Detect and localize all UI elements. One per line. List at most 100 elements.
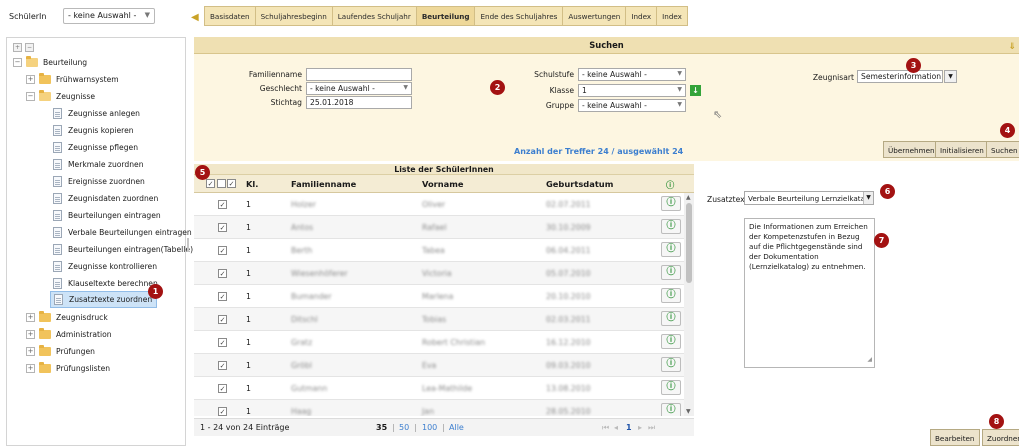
row-checkbox[interactable]: ✓	[218, 269, 227, 278]
expand-icon[interactable]: +	[26, 75, 35, 84]
tree-leaf-zeugnisse-kontrollieren[interactable]: Zeugnisse kontrollieren	[53, 258, 157, 275]
download-arrow-icon[interactable]: ↓	[690, 85, 701, 96]
tree-node-pruefungslisten[interactable]: + Prüfungslisten	[26, 360, 110, 377]
row-checkbox[interactable]: ✓	[218, 361, 227, 370]
row-checkbox[interactable]: ✓	[218, 338, 227, 347]
page-size-100[interactable]: 100	[422, 423, 437, 432]
resize-handle-icon[interactable]: ◢	[867, 355, 872, 365]
info-icon[interactable]: ⓘ	[661, 403, 681, 416]
collapse-all-icon[interactable]: −	[25, 43, 34, 52]
info-icon[interactable]: ⓘ	[661, 196, 681, 211]
gruppe-select[interactable]: - keine Auswahl - ▼	[578, 99, 686, 112]
column-vorname[interactable]: Vorname	[422, 179, 464, 189]
expand-icon[interactable]: +	[26, 347, 35, 356]
back-arrow-icon[interactable]: ◀	[191, 12, 199, 23]
familienname-input[interactable]	[306, 68, 412, 81]
zeugnisart-select[interactable]: Semesterinformation	[857, 70, 943, 83]
first-page-icon[interactable]: ⏮	[602, 423, 609, 433]
tab-laufendes-schuljahr[interactable]: Laufendes Schuljahr	[331, 6, 416, 26]
tab-basisdaten[interactable]: Basisdaten	[204, 6, 255, 26]
expand-icon[interactable]: +	[26, 313, 35, 322]
scroll-up-icon[interactable]: ▲	[686, 194, 691, 201]
collapse-icon[interactable]: −	[26, 92, 35, 101]
tab-ende-des-schuljahres[interactable]: Ende des Schuljahres	[474, 6, 563, 26]
row-checkbox[interactable]: ✓	[218, 384, 227, 393]
scrollbar-thumb[interactable]	[686, 203, 692, 283]
column-kl[interactable]: Kl.	[246, 179, 258, 189]
info-icon[interactable]: ⓘ	[661, 357, 681, 372]
schulstufe-select[interactable]: - keine Auswahl - ▼	[578, 68, 686, 81]
page-size-35[interactable]: 35	[376, 423, 387, 432]
row-checkbox[interactable]: ✓	[218, 315, 227, 324]
row-checkbox[interactable]: ✓	[218, 407, 227, 416]
tree-leaf-zeugnisse-pflegen[interactable]: Zeugnisse pflegen	[53, 139, 138, 156]
tree-leaf-zeugnisdaten-zuordnen[interactable]: Zeugnisdaten zuordnen	[53, 190, 158, 207]
table-row[interactable]: ✓ 1 Gratz Robert Christian 16.12.2010 ⓘ	[194, 331, 684, 354]
tree-node-pruefungen[interactable]: + Prüfungen	[26, 343, 95, 360]
page-size-50[interactable]: 50	[399, 423, 409, 432]
uebernehmen-button[interactable]: Übernehmen	[883, 141, 940, 158]
schueler-select[interactable]: - keine Auswahl - ▼	[63, 8, 155, 24]
expand-all-icon[interactable]: +	[13, 43, 22, 52]
zusatztext-textarea[interactable]: Die Informationen zum Erreichen der Komp…	[744, 218, 875, 368]
column-familienname[interactable]: Familienname	[291, 179, 356, 189]
tab-auswertungen[interactable]: Auswertungen	[562, 6, 626, 26]
tree-leaf-zeugnisse-anlegen[interactable]: Zeugnisse anlegen	[53, 105, 140, 122]
tree-leaf-ereignisse-zuordnen[interactable]: Ereignisse zuordnen	[53, 173, 145, 190]
invert-selection-checkbox[interactable]: ✓	[227, 179, 236, 188]
tree-leaf-beurteilungen-eintragen[interactable]: Beurteilungen eintragen	[53, 207, 161, 224]
tree-leaf-zusatztexte-zuordnen[interactable]: Zusatztexte zuordnen	[50, 291, 158, 308]
zusatztext-select[interactable]: Verbale Beurteilung Lernzielkatalog ▼	[744, 191, 874, 205]
page-size-all[interactable]: Alle	[449, 423, 464, 432]
tree-node-beurteilung[interactable]: − Beurteilung	[13, 54, 87, 71]
row-checkbox[interactable]: ✓	[218, 292, 227, 301]
info-icon[interactable]: ⓘ	[661, 311, 681, 326]
info-icon[interactable]: ⓘ	[661, 334, 681, 349]
tree-leaf-zeugnis-kopieren[interactable]: Zeugnis kopieren	[53, 122, 134, 139]
geschlecht-select[interactable]: - keine Auswahl - ▼	[306, 82, 412, 95]
tree-leaf-verbale-beurteilungen[interactable]: Verbale Beurteilungen eintragen	[53, 224, 192, 241]
row-checkbox[interactable]: ✓	[218, 223, 227, 232]
tree-node-administration[interactable]: + Administration	[26, 326, 112, 343]
chevron-down-icon[interactable]: ▼	[944, 70, 957, 83]
row-checkbox[interactable]: ✓	[218, 246, 227, 255]
table-row[interactable]: ✓ 1 Ditschl Tobias 02.03.2011 ⓘ	[194, 308, 684, 331]
tree-leaf-merkmale-zuordnen[interactable]: Merkmale zuordnen	[53, 156, 144, 173]
table-row[interactable]: ✓ 1 Antos Rafael 30.10.2009 ⓘ	[194, 216, 684, 239]
tree-leaf-klauseltexte-berechnen[interactable]: Klauseltexte berechnen	[53, 275, 158, 292]
expand-icon[interactable]: +	[26, 330, 35, 339]
next-page-icon[interactable]: ▸	[638, 423, 642, 432]
last-page-icon[interactable]: ⏭	[648, 423, 655, 433]
tree-leaf-beurteilungen-tabelle[interactable]: Beurteilungen eintragen(Tabelle)	[53, 241, 193, 258]
select-all-checkbox[interactable]: ✓	[206, 179, 215, 188]
expand-icon[interactable]: +	[26, 364, 35, 373]
tree-node-zeugnisdruck[interactable]: + Zeugnisdruck	[26, 309, 108, 326]
collapse-icon[interactable]: −	[13, 58, 22, 67]
column-geburtsdatum[interactable]: Geburtsdatum	[546, 179, 613, 189]
info-icon[interactable]: ⓘ	[661, 380, 681, 395]
table-row[interactable]: ✓ 1 Wiesenhöferer Victoria 05.07.2010 ⓘ	[194, 262, 684, 285]
info-icon[interactable]: ⓘ	[661, 265, 681, 280]
tab-index[interactable]: Index	[625, 6, 657, 26]
tab-schuljahresbeginn[interactable]: Schuljahresbeginn	[254, 6, 332, 26]
row-checkbox[interactable]: ✓	[218, 200, 227, 209]
stichtag-input[interactable]: 25.01.2018	[306, 96, 412, 109]
info-icon[interactable]: ⓘ	[661, 219, 681, 234]
select-none-checkbox[interactable]	[217, 179, 226, 188]
scroll-down-icon[interactable]: ▼	[686, 408, 691, 415]
table-row[interactable]: ✓ 1 Berth Tabea 06.04.2011 ⓘ	[194, 239, 684, 262]
table-row[interactable]: ✓ 1 Holzer Oliver 02.07.2011 ⓘ	[194, 193, 684, 216]
zuordnen-button[interactable]: Zuordnen	[982, 429, 1019, 446]
info-icon[interactable]: ⓘ	[661, 242, 681, 257]
table-row[interactable]: ✓ 1 Haag Jan 28.05.2010 ⓘ	[194, 400, 684, 416]
tree-node-fruehwarnsystem[interactable]: + Frühwarnsystem	[26, 71, 119, 88]
tab-index-2[interactable]: Index	[656, 6, 688, 26]
bearbeiten-button[interactable]: Bearbeiten	[930, 429, 980, 446]
splitter-handle[interactable]	[187, 238, 189, 252]
tree-node-zeugnisse[interactable]: − Zeugnisse	[26, 88, 95, 105]
klasse-select[interactable]: 1 ▼	[578, 84, 686, 97]
suchen-button[interactable]: Suchen	[986, 141, 1019, 158]
prev-page-icon[interactable]: ◂	[614, 423, 618, 432]
list-scrollbar[interactable]: ▲ ▼	[684, 193, 694, 416]
table-row[interactable]: ✓ 1 Gröbl Eva 09.03.2010 ⓘ	[194, 354, 684, 377]
